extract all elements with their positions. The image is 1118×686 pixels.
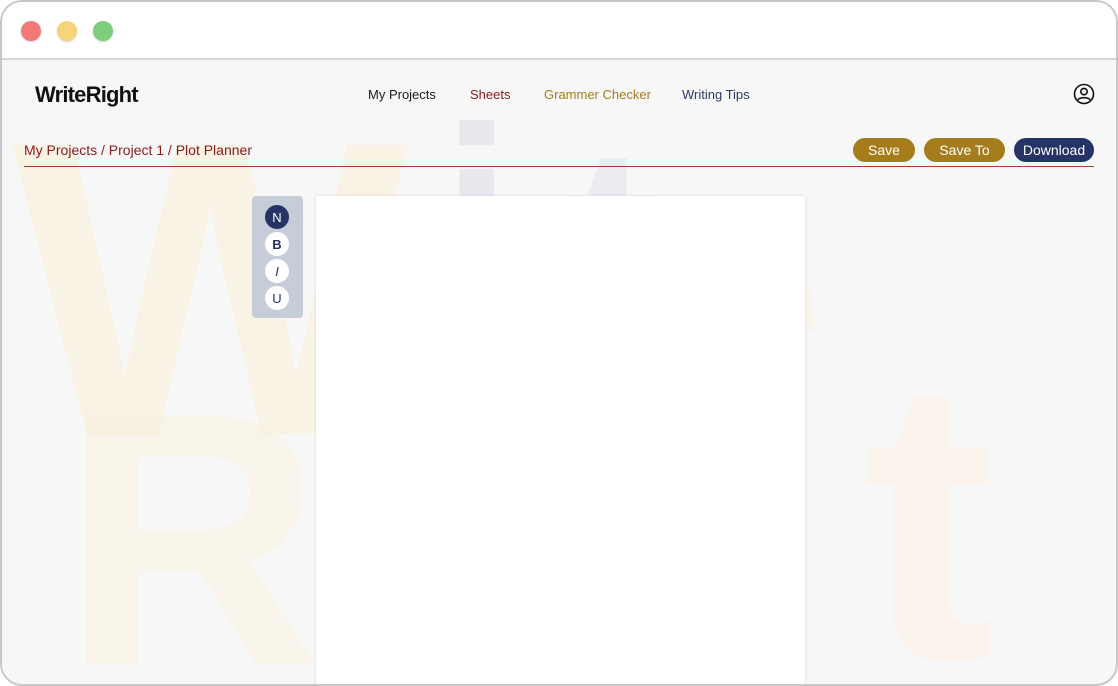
save-to-button[interactable]: Save To [924,138,1005,162]
window-titlebar [2,2,1116,60]
minimize-window-button[interactable] [57,21,77,41]
nav-grammer-checker[interactable]: Grammer Checker [544,87,651,102]
nav-my-projects[interactable]: My Projects [368,87,436,102]
format-toolbar: N B I U [252,196,303,318]
bold-button[interactable]: B [265,232,289,256]
app-window: W R i t e t WriteRight My Projects Sheet… [0,0,1118,686]
nav-writing-tips[interactable]: Writing Tips [682,87,750,102]
italic-button[interactable]: I [265,259,289,283]
download-button[interactable]: Download [1014,138,1094,162]
breadcrumb[interactable]: My Projects / Project 1 / Plot Planner [24,142,252,158]
close-window-button[interactable] [21,21,41,41]
normal-text-button[interactable]: N [265,205,289,229]
header-divider [24,166,1094,167]
maximize-window-button[interactable] [93,21,113,41]
editor-sheet[interactable] [316,196,805,684]
user-circle-icon[interactable] [1073,83,1095,105]
save-button[interactable]: Save [853,138,915,162]
app-logo[interactable]: WriteRight [35,82,139,108]
nav-sheets[interactable]: Sheets [470,87,510,102]
underline-button[interactable]: U [265,286,289,310]
